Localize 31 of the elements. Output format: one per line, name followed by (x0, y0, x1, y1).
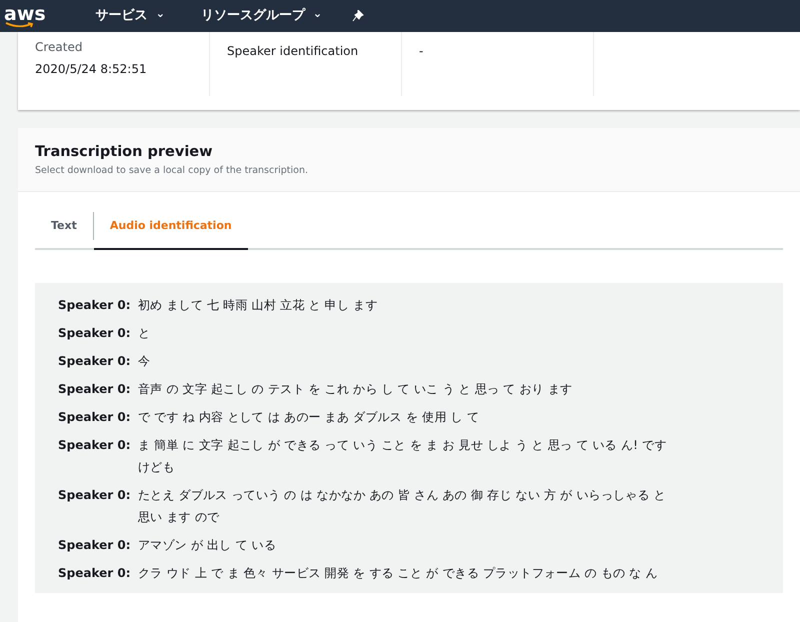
speaker-label: Speaker 0: (58, 537, 132, 554)
tab[interactable]: Text (35, 204, 93, 248)
speaker-label: Speaker 0: (58, 381, 132, 398)
logo[interactable]: aws (4, 4, 46, 28)
caret-icon: ⌄ (156, 8, 165, 18)
field-value: - (419, 43, 424, 60)
pin-icon[interactable] (352, 10, 364, 22)
field-value: Speaker identification (227, 43, 360, 60)
field-label: Created (35, 39, 84, 56)
menu-button[interactable]: サービス ⌄ (90, 5, 171, 27)
speaker-label: Speaker 0: (58, 437, 132, 454)
speaker-label: Speaker 0: (58, 353, 132, 370)
menu-button[interactable]: リソースグループ ⌄ (194, 5, 328, 27)
speaker-label: Speaker 0: (58, 325, 132, 342)
speaker-label: Speaker 0: (58, 565, 132, 582)
transcript-text: と (138, 325, 152, 342)
speaker-label: Speaker 0: (58, 409, 132, 426)
section-subtitle: Select download to save a local copy of the transcription. (35, 164, 310, 178)
transcript-text: たとえ ダブルス っていう の は なかなか あの 皆 さん あの 御 存じ ない 方 が いらっしゃる と思い ます ので (138, 487, 667, 526)
transcript-text: 今 (138, 353, 152, 370)
transcript-text: クラ ウド 上 で ま 色々 サービス 開発 を する こと が できる プラットフォーム の もの な ん (138, 565, 659, 582)
caret-icon: ⌄ (312, 8, 322, 18)
speaker-label: Speaker 0: (58, 487, 132, 504)
transcript-text: で です ね 内容 として は あのー まあ ダブルス を 使用 し て (138, 409, 480, 426)
transcript-text: アマゾン が 出し て いる (138, 537, 278, 554)
section-title: Transcription preview (35, 143, 214, 162)
transcript-text: ま 簡単 に 文字 起こし が できる って いう こと を ま お 見せ しよ う と 思っ て いる ん! ですけども (138, 437, 668, 476)
field-value: 2020/5/24 8:52:51 (35, 61, 148, 78)
transcript-text: 音声 の 文字 起こし の テスト を これ から し て いこ う と 思っ て おり ます (138, 381, 574, 398)
transcript-text: 初め まして 七 時雨 山村 立花 と 申し ます (138, 297, 379, 314)
speaker-label: Speaker 0: (58, 297, 132, 314)
